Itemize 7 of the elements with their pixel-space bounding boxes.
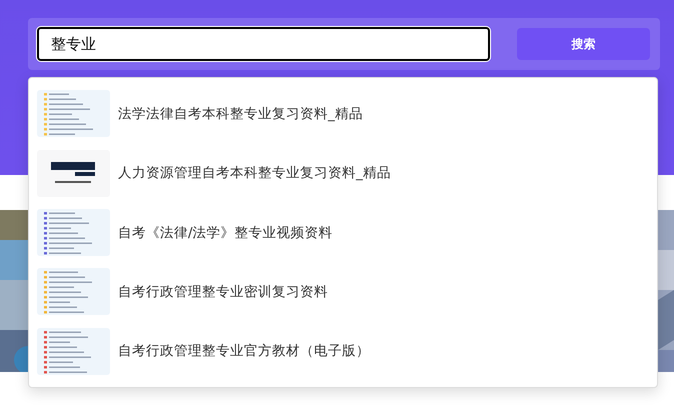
suggestion-item[interactable]: 人力资源管理自考本科整专业复习资料_精品 <box>118 164 391 182</box>
suggestion-item[interactable]: 自考《法律/法学》整专业视频资料 <box>118 224 333 242</box>
search-field[interactable]: 整专业 <box>37 27 490 61</box>
suggestion-item[interactable]: 法学法律自考本科整专业复习资料_精品 <box>118 104 363 123</box>
search-button[interactable]: 搜索 <box>517 28 650 60</box>
suggestion-item[interactable]: 自考行政管理整专业官方教材（电子版） <box>118 342 370 360</box>
suggestion-item[interactable]: 自考行政管理整专业密训复习资料 <box>118 282 328 301</box>
